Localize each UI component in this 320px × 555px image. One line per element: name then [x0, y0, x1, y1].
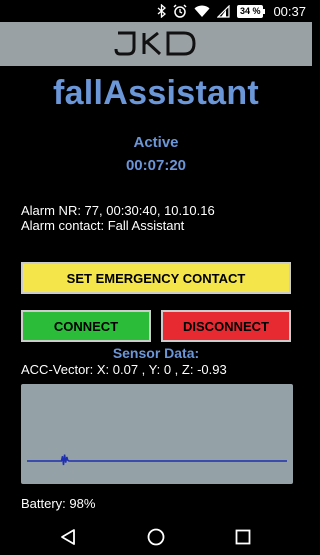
jkd-logo: [114, 30, 198, 63]
set-emergency-contact-button[interactable]: SET EMERGENCY CONTACT: [21, 262, 291, 294]
battery-level-text: Battery: 98%: [21, 496, 96, 511]
alarm-clock-icon: [173, 4, 187, 18]
sensor-graph: [21, 384, 293, 484]
status-bar: 34 % 00:37: [0, 0, 312, 22]
timer: 00:07:20: [125, 157, 187, 174]
alarm-contact-text: Alarm contact: Fall Assistant: [21, 218, 185, 233]
app-header: [0, 22, 312, 66]
alarm-info: Alarm NR: 77, 00:30:40, 10.10.16 Alarm c…: [21, 203, 215, 233]
back-icon[interactable]: [58, 527, 78, 547]
acc-y-value: Y: 0 ,: [148, 362, 182, 377]
acc-vector-label: ACC-Vector:: [21, 362, 97, 377]
bluetooth-icon: [157, 4, 166, 18]
cell-signal-icon: [216, 4, 230, 18]
wifi-icon: [194, 5, 210, 18]
alarm-nr-text: Alarm NR: 77, 00:30:40, 10.10.16: [21, 203, 215, 218]
disconnect-button[interactable]: DISCONNECT: [161, 310, 291, 342]
acc-z-value: Z: -0.93: [181, 362, 227, 377]
sensor-graph-line: [27, 454, 287, 466]
clock: 00:37: [273, 3, 306, 19]
battery-icon: 34 %: [236, 4, 265, 18]
acc-x-value: X: 0.07 ,: [96, 362, 149, 377]
home-icon[interactable]: [146, 527, 166, 547]
connect-button[interactable]: CONNECT: [21, 310, 151, 342]
recents-icon[interactable]: [233, 527, 253, 547]
app-title: fallAssistant: [52, 74, 260, 112]
acc-vector-line: ACC-Vector: X: 0.07 , Y: 0 , Z: -0.93: [21, 362, 227, 377]
status-icons: 34 % 00:37: [157, 3, 306, 19]
sensor-graph-svg: [27, 454, 287, 466]
sensor-data-title: Sensor Data:: [112, 345, 200, 361]
state-label: Active: [133, 134, 179, 151]
navigation-bar: [0, 518, 312, 555]
